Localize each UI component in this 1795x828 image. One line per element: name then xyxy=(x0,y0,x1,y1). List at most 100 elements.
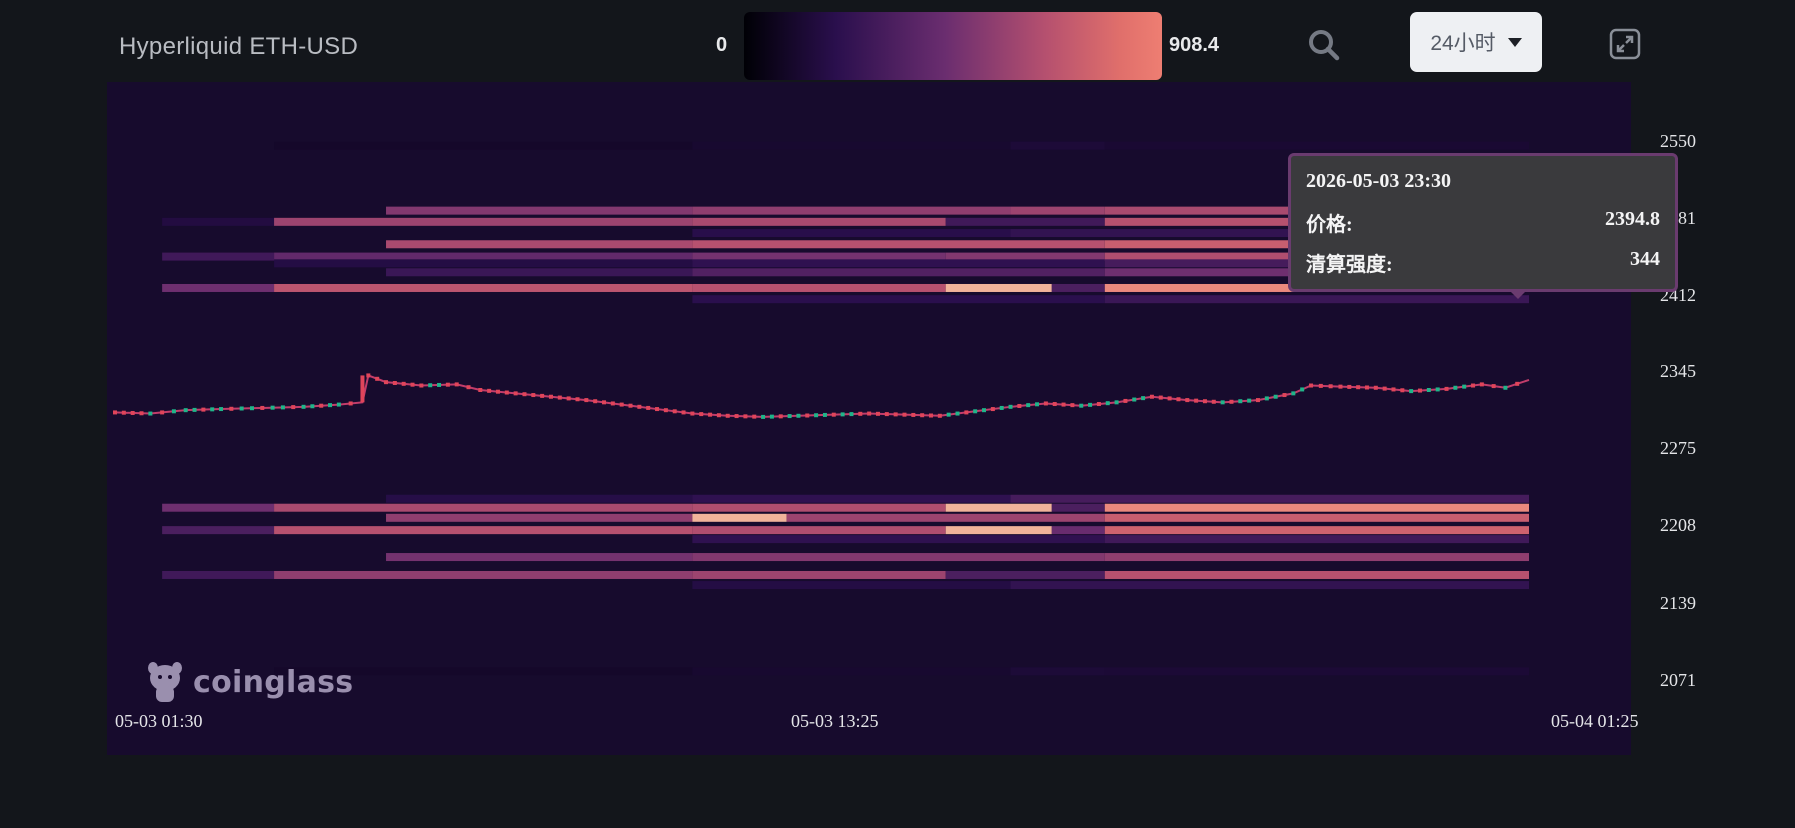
price-candle xyxy=(121,410,126,415)
liquidation-band[interactable] xyxy=(274,570,693,579)
price-candle xyxy=(831,412,836,417)
liquidation-band[interactable] xyxy=(162,503,275,512)
liquidation-band[interactable] xyxy=(1104,141,1529,150)
liquidation-band[interactable] xyxy=(692,494,1011,503)
price-candle xyxy=(1391,387,1396,392)
price-candle xyxy=(699,412,704,417)
liquidation-band[interactable] xyxy=(1104,295,1529,304)
liquidation-band[interactable] xyxy=(162,283,275,292)
price-candle xyxy=(743,414,748,419)
price-candle xyxy=(884,412,889,417)
liquidation-band[interactable] xyxy=(386,268,693,277)
liquidation-band[interactable] xyxy=(692,570,946,579)
liquidation-band[interactable] xyxy=(1051,283,1105,292)
price-candle xyxy=(239,406,244,411)
price-candle xyxy=(384,380,389,385)
liquidation-band[interactable] xyxy=(945,503,1052,512)
price-candle xyxy=(1141,396,1146,401)
liquidation-band[interactable] xyxy=(692,206,1011,215)
price-candle xyxy=(1194,398,1199,403)
watermark-text: coinglass xyxy=(193,664,354,700)
liquidation-band[interactable] xyxy=(386,206,693,215)
liquidation-band[interactable] xyxy=(786,513,1105,522)
liquidation-band[interactable] xyxy=(274,526,693,535)
liquidation-band[interactable] xyxy=(274,217,693,226)
y-tick-label: 2345 xyxy=(1660,361,1696,381)
liquidation-band[interactable] xyxy=(1104,667,1529,676)
liquidation-band[interactable] xyxy=(692,295,1105,304)
liquidation-band[interactable] xyxy=(162,570,275,579)
price-candle xyxy=(1409,389,1414,394)
liquidation-band[interactable] xyxy=(692,513,787,522)
price-candle xyxy=(964,410,969,415)
liquidation-band[interactable] xyxy=(692,526,946,535)
time-range-select[interactable]: 24小时 xyxy=(1410,12,1542,72)
liquidation-band[interactable] xyxy=(274,283,693,292)
liquidation-band[interactable] xyxy=(692,268,1105,277)
liquidation-band[interactable] xyxy=(692,217,946,226)
liquidation-band[interactable] xyxy=(692,141,1011,150)
liquidation-band[interactable] xyxy=(692,503,946,512)
liquidation-band[interactable] xyxy=(692,240,1105,249)
liquidation-band[interactable] xyxy=(945,283,1052,292)
liquidation-band[interactable] xyxy=(692,535,1105,544)
liquidation-band[interactable] xyxy=(1104,503,1529,512)
liquidation-band[interactable] xyxy=(692,581,1011,590)
y-tick-label: 2071 xyxy=(1660,670,1696,690)
liquidation-band[interactable] xyxy=(1104,553,1529,562)
expand-icon[interactable] xyxy=(1609,28,1641,60)
search-icon[interactable] xyxy=(1306,27,1342,63)
liquidation-band[interactable] xyxy=(692,259,1105,268)
liquidation-band[interactable] xyxy=(1051,503,1105,512)
liquidation-band[interactable] xyxy=(1104,535,1529,544)
price-candle xyxy=(1088,402,1093,407)
price-candle xyxy=(1309,383,1314,388)
liquidation-band[interactable] xyxy=(1010,667,1105,676)
liquidation-band[interactable] xyxy=(386,553,693,562)
price-candle xyxy=(454,382,459,387)
liquidation-band[interactable] xyxy=(162,526,275,535)
liquidation-band[interactable] xyxy=(692,667,1011,676)
price-candle xyxy=(301,404,306,409)
price-candle xyxy=(1291,391,1296,396)
liquidation-band[interactable] xyxy=(162,252,275,261)
liquidation-band[interactable] xyxy=(386,494,693,503)
liquidation-band[interactable] xyxy=(162,217,275,226)
liquidation-band[interactable] xyxy=(1010,494,1529,503)
price-candle xyxy=(437,382,442,387)
liquidation-band[interactable] xyxy=(692,553,1105,562)
liquidation-band[interactable] xyxy=(1051,526,1105,535)
price-candle xyxy=(504,390,509,395)
liquidation-band[interactable] xyxy=(1104,526,1529,535)
price-candle xyxy=(1471,383,1476,388)
liquidation-band[interactable] xyxy=(945,217,1105,226)
liquidation-band[interactable] xyxy=(274,259,693,268)
price-candle xyxy=(637,404,642,409)
price-candle xyxy=(495,389,500,394)
price-candle xyxy=(445,382,450,387)
liquidation-band[interactable] xyxy=(386,513,693,522)
liquidation-band[interactable] xyxy=(1010,581,1529,590)
liquidation-band[interactable] xyxy=(1104,570,1529,579)
price-candle xyxy=(902,412,907,417)
liquidation-band[interactable] xyxy=(692,229,1011,238)
liquidation-band[interactable] xyxy=(945,570,1105,579)
price-candle xyxy=(1426,388,1431,393)
price-candle xyxy=(619,402,624,407)
liquidation-band[interactable] xyxy=(1010,206,1105,215)
liquidation-band[interactable] xyxy=(274,141,693,150)
liquidation-band[interactable] xyxy=(386,240,693,249)
price-candle xyxy=(249,406,254,411)
liquidation-band[interactable] xyxy=(1010,141,1105,150)
price-candle xyxy=(646,405,651,410)
price-candle xyxy=(920,413,925,418)
price-candle xyxy=(160,410,165,415)
tooltip-time: 2026-05-03 23:30 xyxy=(1306,170,1451,192)
price-candle xyxy=(531,393,536,398)
price-candle xyxy=(849,412,854,417)
liquidation-band[interactable] xyxy=(945,526,1052,535)
liquidation-band[interactable] xyxy=(692,283,946,292)
liquidation-band[interactable] xyxy=(1104,513,1529,522)
heatmap-tooltip: 2026-05-03 23:30 价格: 2394.8 清算强度: 344 xyxy=(1288,153,1678,299)
liquidation-band[interactable] xyxy=(274,503,693,512)
